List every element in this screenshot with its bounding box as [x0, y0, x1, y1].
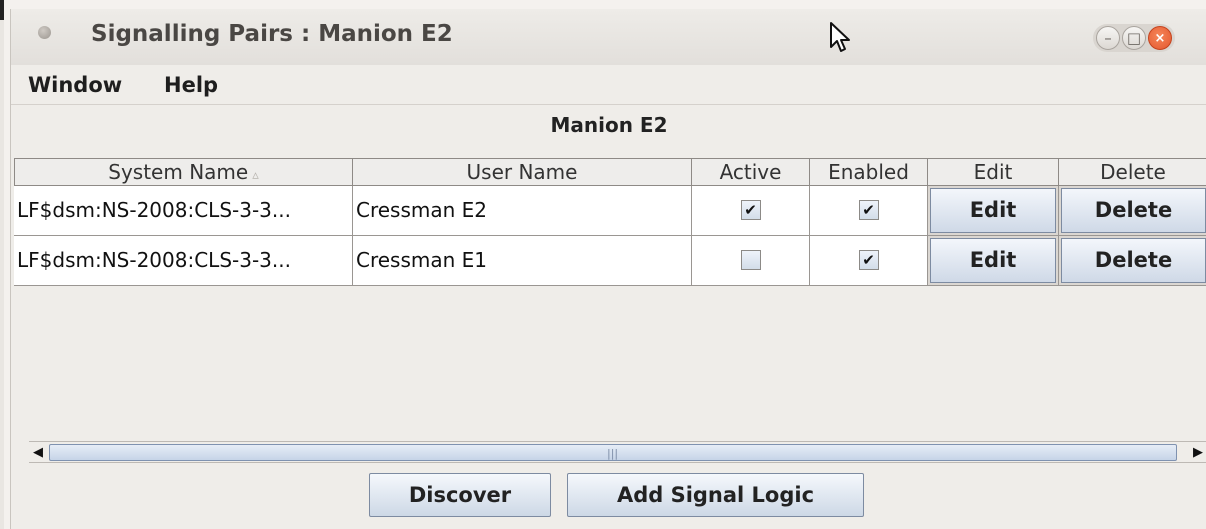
minimize-button[interactable]: –: [1096, 26, 1120, 50]
scrollbar-thumb[interactable]: |||: [49, 444, 1177, 461]
add-signal-logic-button[interactable]: Add Signal Logic: [567, 473, 864, 517]
window-title: Signalling Pairs : Manion E2: [91, 21, 453, 47]
menu-help[interactable]: Help: [164, 73, 218, 97]
close-button[interactable]: ×: [1148, 26, 1172, 50]
desktop-edge: [0, 0, 4, 529]
maximize-icon: □: [1126, 28, 1142, 47]
grip-icon: |||: [607, 447, 619, 460]
mouse-pointer-icon: [830, 22, 850, 52]
column-header-enabled[interactable]: Enabled: [809, 158, 928, 186]
delete-cell: Delete: [1059, 186, 1206, 236]
active-cell: [692, 236, 810, 286]
delete-button[interactable]: Delete: [1061, 188, 1206, 233]
active-cell: ✔: [692, 186, 810, 236]
enabled-checkbox[interactable]: ✔: [858, 250, 879, 270]
window-menu-icon[interactable]: [38, 26, 51, 39]
edit-cell: Edit: [928, 236, 1059, 286]
title-bar[interactable]: Signalling Pairs : Manion E2 – □ ×: [11, 9, 1206, 65]
delete-cell: Delete: [1059, 236, 1206, 286]
column-header-edit[interactable]: Edit: [927, 158, 1059, 186]
signal-pairs-table: System Name ▵ User Name Active Enabled Ed…: [14, 158, 1206, 441]
discover-button[interactable]: Discover: [369, 473, 551, 517]
scroll-left-icon[interactable]: ◀: [29, 444, 47, 462]
menu-bar: Window Help: [11, 65, 1206, 105]
minimize-icon: –: [1104, 28, 1112, 47]
scroll-right-icon[interactable]: ▶: [1189, 444, 1206, 462]
enabled-cell: ✔: [810, 186, 928, 236]
close-icon: ×: [1154, 30, 1166, 46]
user-name-cell[interactable]: Cressman E2: [353, 186, 692, 236]
desktop-corner: [0, 0, 4, 20]
system-name-cell[interactable]: LF$dsm:NS-2008:CLS-3-3...: [14, 236, 353, 286]
app-window: Signalling Pairs : Manion E2 – □ × Windo…: [10, 9, 1206, 529]
column-header-delete[interactable]: Delete: [1058, 158, 1206, 186]
edit-cell: Edit: [928, 186, 1059, 236]
delete-button[interactable]: Delete: [1061, 238, 1206, 283]
maximize-button[interactable]: □: [1122, 26, 1146, 50]
horizontal-scrollbar[interactable]: ◀ ||| ▶: [29, 441, 1206, 463]
active-checkbox[interactable]: ✔: [740, 200, 761, 220]
column-header-label: System Name: [108, 160, 249, 184]
table-title: Manion E2: [550, 113, 668, 137]
user-name-cell[interactable]: Cressman E1: [353, 236, 692, 286]
enabled-cell: ✔: [810, 236, 928, 286]
window-controls: – □ ×: [1093, 24, 1175, 52]
menu-window[interactable]: Window: [28, 73, 122, 97]
sort-ascending-icon: ▵: [252, 168, 259, 183]
system-name-cell[interactable]: LF$dsm:NS-2008:CLS-3-3...: [14, 186, 353, 236]
column-header-system-name[interactable]: System Name ▵: [14, 158, 353, 186]
edit-button[interactable]: Edit: [930, 188, 1056, 233]
column-header-active[interactable]: Active: [691, 158, 810, 186]
active-checkbox[interactable]: [740, 250, 761, 270]
enabled-checkbox[interactable]: ✔: [858, 200, 879, 220]
table-row[interactable]: LF$dsm:NS-2008:CLS-3-3... Cressman E2 ✔ …: [14, 186, 1206, 236]
column-header-user-name[interactable]: User Name: [352, 158, 692, 186]
edit-button[interactable]: Edit: [930, 238, 1056, 283]
table-row[interactable]: LF$dsm:NS-2008:CLS-3-3... Cressman E1 ✔ …: [14, 236, 1206, 286]
